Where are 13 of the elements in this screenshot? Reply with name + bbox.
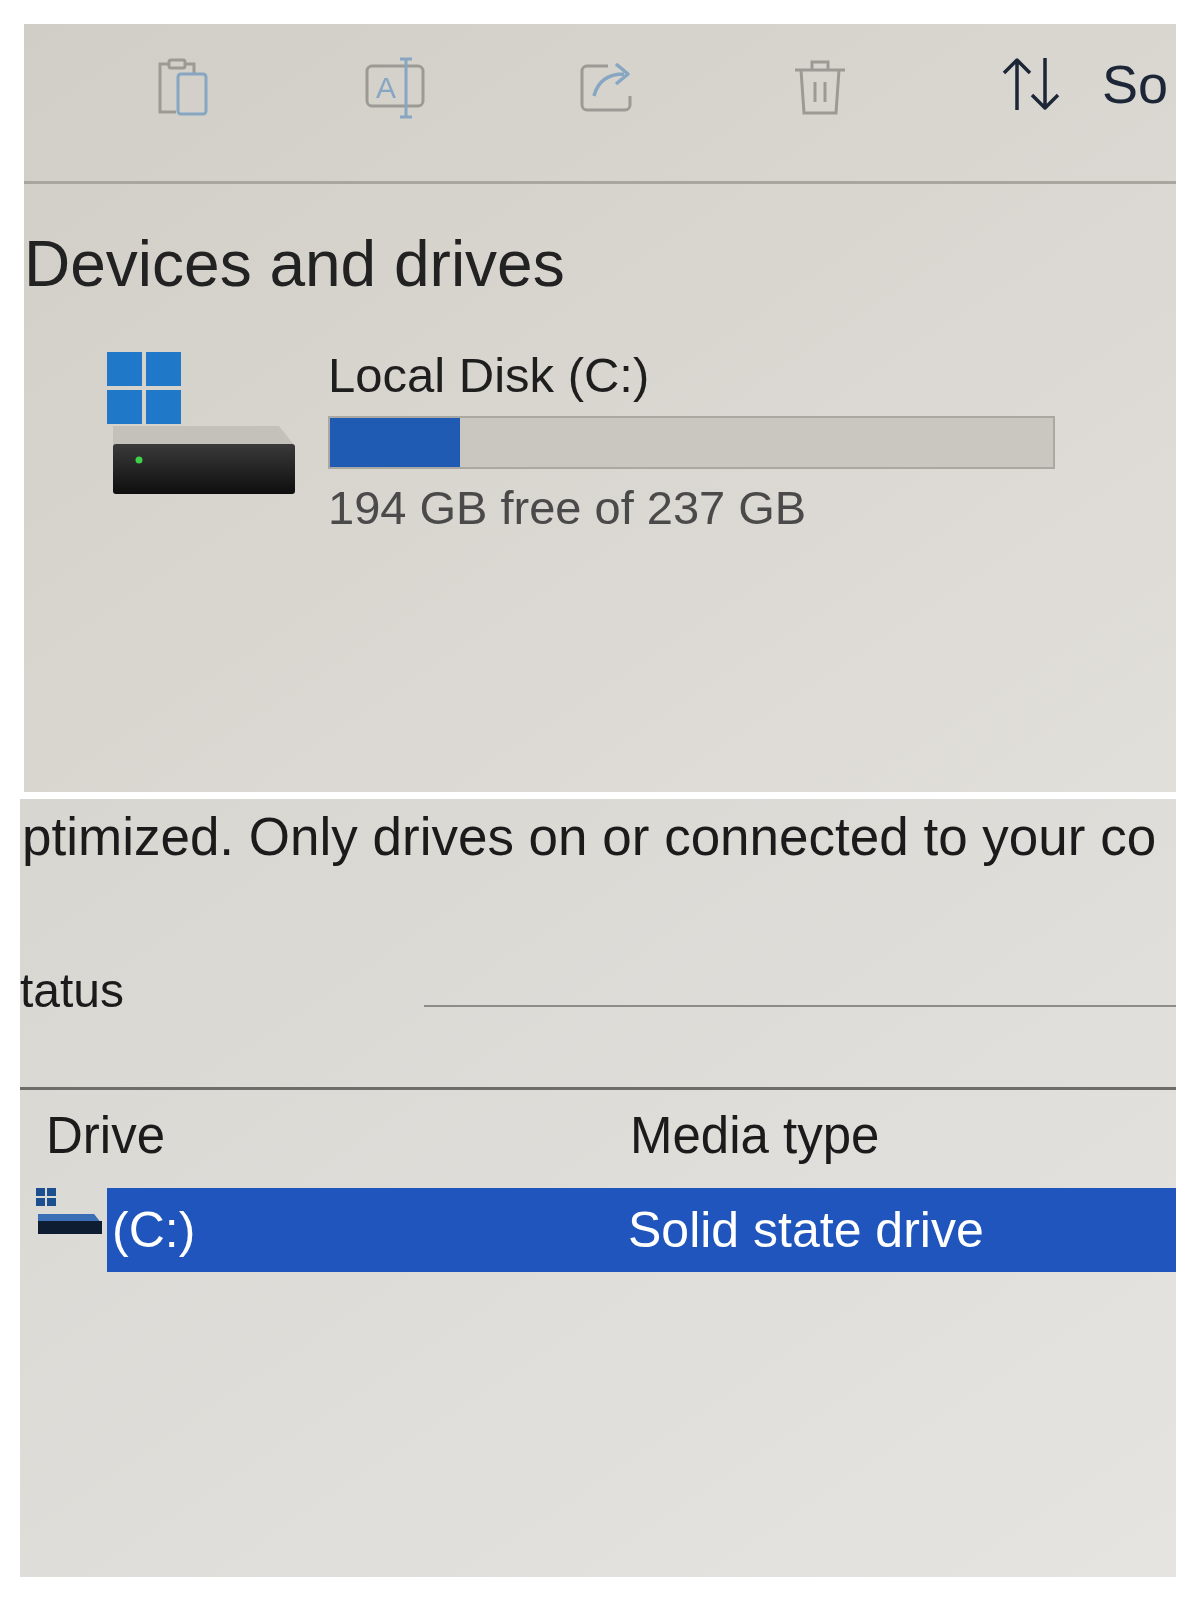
description-text: ptimized. Only drives on or connected to your co [21,807,1158,867]
column-header[interactable]: Drive [46,1108,630,1164]
section-heading: Devices and drives [24,228,566,300]
table-row[interactable]: (C:) Solid state drive [107,1188,1176,1272]
drive-icon [36,1188,102,1234]
table-cell: Solid state drive [628,1202,984,1258]
sort-button[interactable]: So [1000,56,1169,112]
table-cell-text: (C:) [111,1202,197,1258]
drive-name: Local Disk (C:) [328,348,651,402]
drive-space-text: 194 GB free of 237 GB [328,481,808,535]
sort-arrows-icon [1000,56,1062,112]
column-header[interactable]: Media type [630,1108,880,1164]
status-label: tatus [20,963,125,1019]
